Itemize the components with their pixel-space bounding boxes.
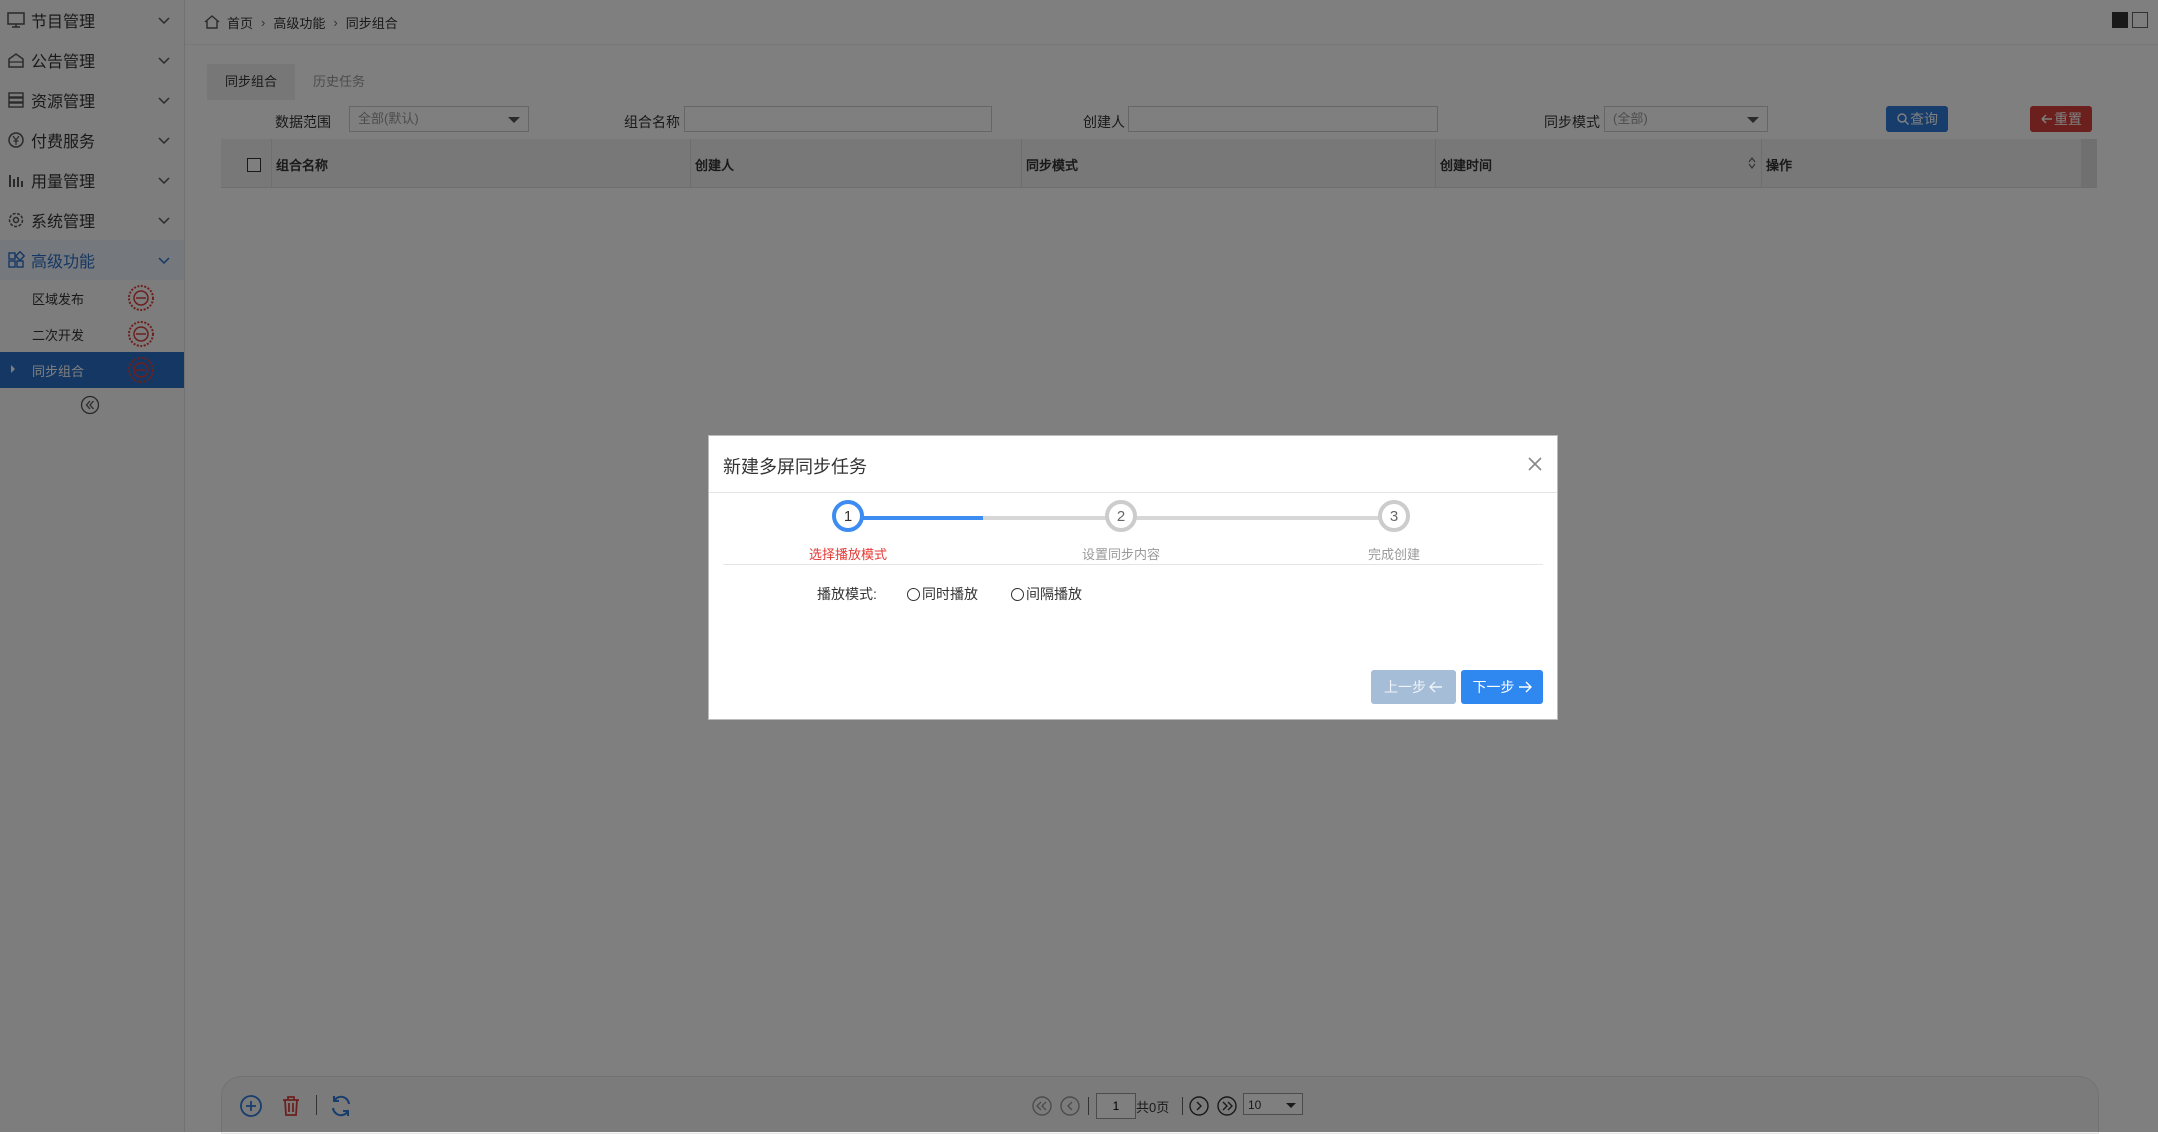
- step-2-label: 设置同步内容: [1081, 547, 1160, 562]
- prev-step-label: 上一步: [1384, 679, 1426, 695]
- next-step-label: 下一步: [1472, 679, 1515, 695]
- radio-label: 同时播放: [922, 586, 978, 602]
- radio-label: 间隔播放: [1026, 586, 1082, 602]
- dialog-divider: [709, 492, 1557, 493]
- radio-simultaneous[interactable]: 同时播放: [907, 584, 978, 604]
- radio-icon[interactable]: [1011, 587, 1024, 601]
- dialog-divider: [723, 564, 1543, 565]
- play-mode-label: 播放模式:: [817, 586, 877, 602]
- step-remaining-line: [983, 516, 1391, 520]
- dialog-title: 新建多屏同步任务: [723, 457, 867, 477]
- next-step-button[interactable]: 下一步: [1461, 670, 1543, 704]
- step-1-label: 选择播放模式: [808, 547, 887, 562]
- step-1-circle: 1: [832, 500, 864, 532]
- radio-icon[interactable]: [907, 587, 920, 601]
- step-3-label: 完成创建: [1367, 547, 1420, 562]
- prev-step-button[interactable]: 上一步: [1371, 670, 1456, 704]
- new-sync-task-dialog: 新建多屏同步任务 1 2 3 选择播放模式 设置同步内容 完成创建 播放模式: …: [708, 435, 1558, 720]
- step-3-circle: 3: [1378, 500, 1410, 532]
- radio-interval[interactable]: 间隔播放: [1011, 584, 1082, 604]
- close-icon[interactable]: [1527, 456, 1543, 472]
- step-2-circle: 2: [1105, 500, 1137, 532]
- step-progress-line: [847, 516, 983, 520]
- arrow-right-icon: [1518, 681, 1532, 693]
- arrow-left-icon: [1429, 681, 1442, 693]
